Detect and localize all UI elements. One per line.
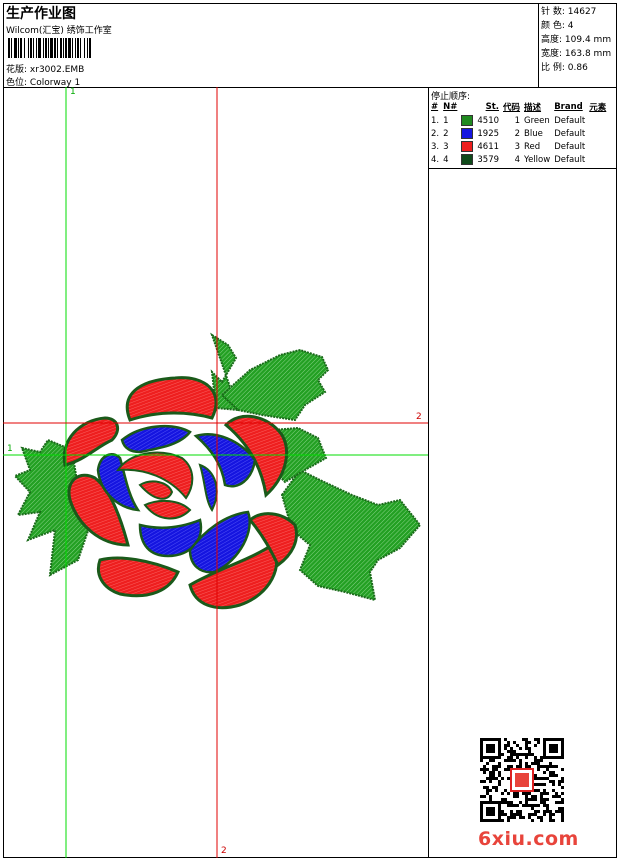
- center-petal-inner: [138, 480, 174, 500]
- inner-petals: [96, 425, 257, 574]
- petal-top: [125, 376, 218, 422]
- blue-petal-top: [120, 425, 192, 454]
- embroidery-canvas: [3, 87, 428, 858]
- guide-label-h1: 1: [7, 444, 13, 454]
- watermark: 6xiu.com: [478, 828, 579, 850]
- guide-label-h2: 2: [416, 412, 422, 422]
- center-petal-low: [143, 499, 192, 520]
- qr-code: [480, 738, 564, 822]
- guide-label-v1: 1: [70, 87, 76, 97]
- leaf-right: [280, 468, 422, 602]
- leaf-top-right: [220, 348, 330, 422]
- center-blue-curl: [198, 463, 218, 512]
- petal-bottom-left: [96, 556, 180, 598]
- guide-label-v2: 2: [221, 846, 227, 856]
